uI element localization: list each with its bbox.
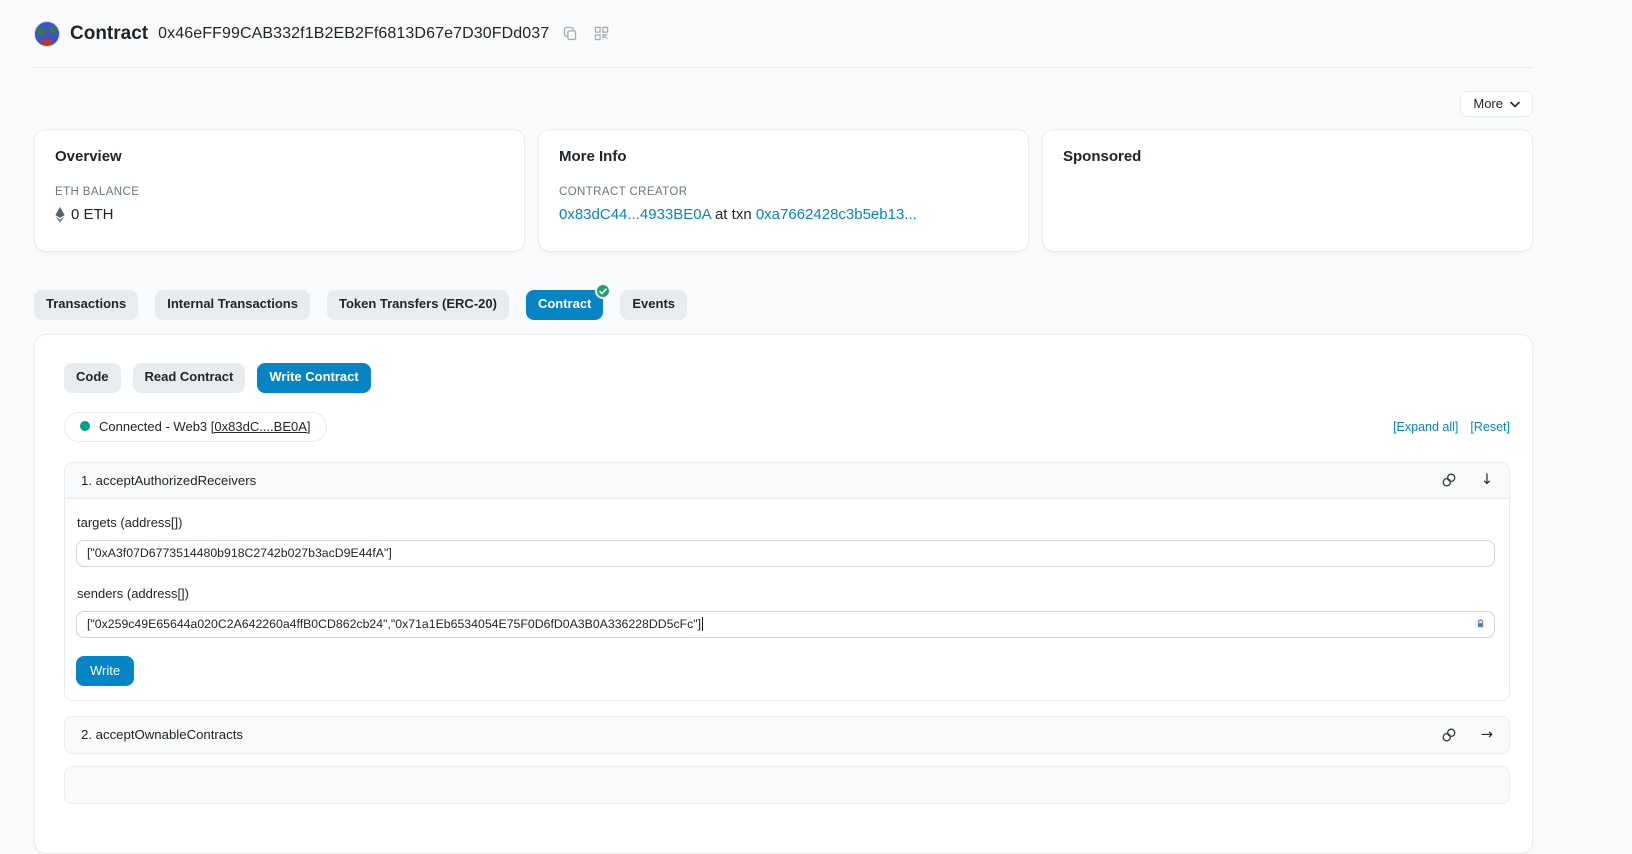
- write-button[interactable]: Write: [76, 656, 134, 686]
- expand-arrow-icon[interactable]: →: [1481, 728, 1493, 743]
- sponsored-card: Sponsored: [1042, 129, 1533, 252]
- tab-token-transfers[interactable]: Token Transfers (ERC-20): [327, 290, 509, 320]
- function-item-next: [64, 766, 1510, 804]
- verified-check-icon: [595, 283, 611, 299]
- function-header-next[interactable]: [65, 767, 1509, 803]
- subtab-read-contract[interactable]: Read Contract: [133, 363, 246, 393]
- function-header-acceptOwnableContracts[interactable]: 2. acceptOwnableContracts →: [65, 717, 1509, 753]
- tab-contract-label: Contract: [538, 296, 591, 311]
- more-button-label: More: [1473, 96, 1503, 111]
- tab-events[interactable]: Events: [620, 290, 687, 320]
- info-cards-row: Overview ETH BALANCE 0 ETH More Info CON…: [34, 129, 1533, 252]
- function-item-acceptAuthorizedReceivers: 1. acceptAuthorizedReceivers ↓ targets (…: [64, 462, 1510, 701]
- password-manager-lock-icon: [1474, 618, 1487, 631]
- eth-balance-label: ETH BALANCE: [55, 186, 504, 198]
- targets-field-label: targets (address[]): [77, 515, 1495, 530]
- tab-transactions[interactable]: Transactions: [34, 290, 138, 320]
- ethereum-icon: [55, 207, 65, 223]
- contract-creator-label: CONTRACT CREATOR: [559, 186, 1008, 198]
- more-dropdown-button[interactable]: More: [1460, 91, 1533, 117]
- contract-panel: Code Read Contract Write Contract Connec…: [34, 334, 1533, 854]
- function-header-acceptAuthorizedReceivers[interactable]: 1. acceptAuthorizedReceivers ↓: [65, 463, 1509, 499]
- expand-all-link[interactable]: [Expand all]: [1393, 420, 1458, 434]
- targets-input[interactable]: ["0xA3f07D6773514480b918C2742b027b3acD9E…: [76, 540, 1495, 567]
- qr-code-button[interactable]: [592, 24, 611, 43]
- permalink-icon[interactable]: [1441, 472, 1457, 488]
- wallet-address-link[interactable]: [0x83dC....BE0A]: [211, 419, 311, 434]
- sponsored-card-title: Sponsored: [1063, 148, 1512, 165]
- function-title: 2. acceptOwnableContracts: [81, 727, 243, 742]
- copy-address-button[interactable]: [561, 24, 580, 43]
- tab-internal-transactions[interactable]: Internal Transactions: [155, 290, 310, 320]
- qr-code-icon: [594, 26, 609, 41]
- senders-input[interactable]: ["0x259c49E65644a020C2A642260a4ffB0CD862…: [76, 611, 1495, 638]
- wallet-status-text: Connected - Web3: [99, 419, 207, 434]
- collapse-arrow-icon[interactable]: ↓: [1481, 473, 1493, 488]
- at-txn-text: at txn: [715, 206, 752, 223]
- contract-address: 0x46eFF99CAB332f1B2EB2Ff6813D67e7D30FDd0…: [158, 25, 549, 43]
- permalink-icon[interactable]: [1441, 727, 1457, 743]
- contract-identicon-avatar: [34, 21, 60, 47]
- targets-input-value: ["0xA3f07D6773514480b918C2742b027b3acD9E…: [87, 546, 392, 560]
- text-cursor: [702, 617, 703, 631]
- function-item-acceptOwnableContracts: 2. acceptOwnableContracts →: [64, 716, 1510, 754]
- senders-input-value: ["0x259c49E65644a020C2A642260a4ffB0CD862…: [87, 617, 701, 631]
- reset-link[interactable]: [Reset]: [1470, 420, 1510, 434]
- overview-card: Overview ETH BALANCE 0 ETH: [34, 129, 525, 252]
- subtab-code[interactable]: Code: [64, 363, 121, 393]
- copy-icon: [563, 26, 578, 41]
- write-functions-list: 1. acceptAuthorizedReceivers ↓ targets (…: [64, 462, 1510, 804]
- subtab-write-contract[interactable]: Write Contract: [257, 363, 370, 393]
- more-info-card-title: More Info: [559, 148, 1008, 165]
- eth-balance-value: 0 ETH: [71, 206, 114, 223]
- wallet-connect-status[interactable]: Connected - Web3 [0x83dC....BE0A]: [64, 412, 327, 442]
- contract-header: Contract 0x46eFF99CAB332f1B2EB2Ff6813D67…: [34, 0, 1533, 68]
- contract-creator-address-link[interactable]: 0x83dC44...4933BE0A: [559, 206, 711, 223]
- main-tabs: Transactions Internal Transactions Token…: [34, 290, 1533, 320]
- page-title: Contract: [70, 23, 148, 45]
- chevron-down-icon: [1510, 96, 1520, 111]
- senders-field-label: senders (address[]): [77, 586, 1495, 601]
- more-info-card: More Info CONTRACT CREATOR 0x83dC44...49…: [538, 129, 1029, 252]
- connected-status-dot-icon: [80, 421, 90, 431]
- tab-contract[interactable]: Contract: [526, 290, 603, 320]
- contract-subtabs: Code Read Contract Write Contract: [64, 363, 1510, 393]
- overview-card-title: Overview: [55, 148, 504, 165]
- function-title: 1. acceptAuthorizedReceivers: [81, 473, 256, 488]
- creation-txn-link[interactable]: 0xa7662428c3b5eb13...: [756, 206, 917, 223]
